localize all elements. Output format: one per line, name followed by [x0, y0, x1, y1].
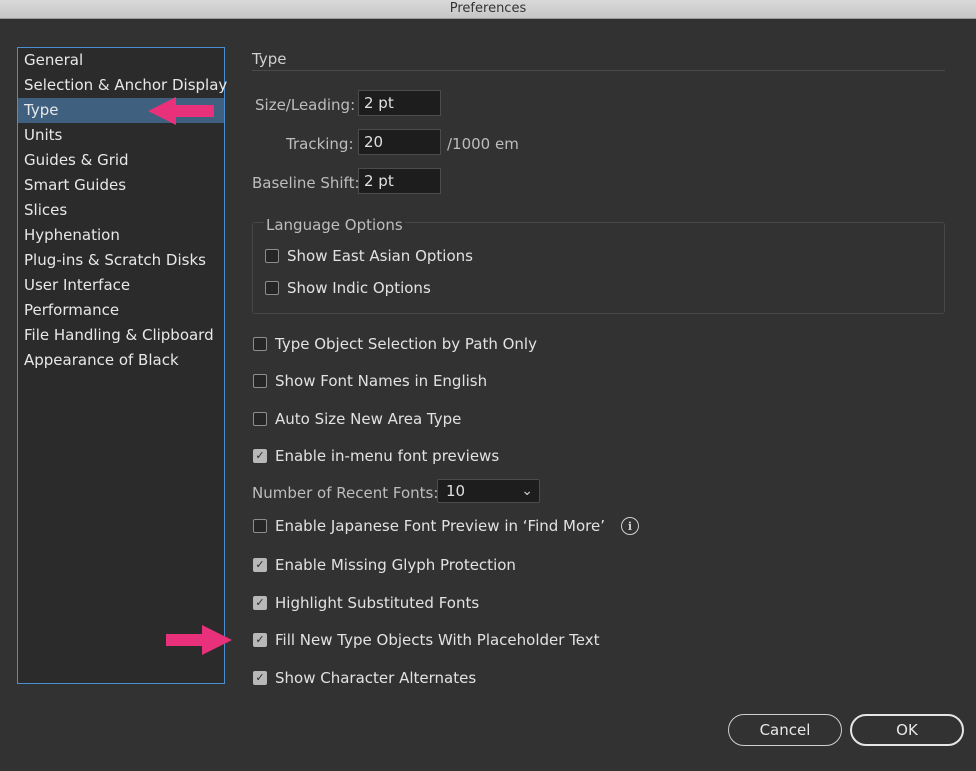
- checkbox-box[interactable]: [253, 412, 267, 426]
- enable-missing-glyph-protection-checkbox[interactable]: ✓ Enable Missing Glyph Protection: [253, 555, 516, 575]
- sidebar-item-performance[interactable]: Performance: [18, 298, 224, 323]
- checkbox-box[interactable]: [265, 281, 279, 295]
- category-list: General Selection & Anchor Display Type …: [17, 47, 227, 684]
- checkmark-icon[interactable]: ✓: [253, 449, 267, 463]
- enable-in-menu-font-previews-checkbox[interactable]: ✓ Enable in-menu font previews: [253, 446, 499, 466]
- checkbox-label: Type Object Selection by Path Only: [275, 335, 537, 353]
- checkmark-icon[interactable]: ✓: [253, 558, 267, 572]
- sidebar-item-appearance-of-black[interactable]: Appearance of Black: [18, 348, 224, 373]
- sidebar-item-file-handling-clipboard[interactable]: File Handling & Clipboard: [18, 323, 224, 348]
- checkbox-label: Highlight Substituted Fonts: [275, 594, 480, 612]
- sidebar-item-hyphenation[interactable]: Hyphenation: [18, 223, 224, 248]
- enable-japanese-font-preview-checkbox[interactable]: Enable Japanese Font Preview in ‘Find Mo…: [253, 516, 639, 536]
- recent-fonts-value: 10: [446, 482, 466, 500]
- checkbox-label: Enable in-menu font previews: [275, 447, 500, 465]
- checkbox-label: Show Indic Options: [287, 279, 431, 297]
- baseline-shift-field[interactable]: [358, 168, 441, 194]
- cancel-button[interactable]: Cancel: [728, 714, 842, 746]
- sidebar-item-user-interface[interactable]: User Interface: [18, 273, 224, 298]
- checkbox-box[interactable]: [253, 337, 267, 351]
- show-indic-options-checkbox[interactable]: Show Indic Options: [265, 278, 431, 298]
- checkmark-icon[interactable]: ✓: [253, 671, 267, 685]
- section-divider: [252, 70, 945, 71]
- size-leading-field[interactable]: [358, 90, 441, 116]
- checkbox-label: Show East Asian Options: [287, 247, 473, 265]
- checkbox-box[interactable]: [253, 519, 267, 533]
- checkbox-label: Enable Missing Glyph Protection: [275, 556, 516, 574]
- checkbox-box[interactable]: [253, 374, 267, 388]
- checkbox-label: Show Font Names in English: [275, 372, 488, 390]
- language-options-group: [252, 222, 945, 314]
- fill-new-type-objects-with-placeholder-text-checkbox[interactable]: ✓ Fill New Type Objects With Placeholder…: [253, 630, 600, 650]
- sidebar-item-plugins-scratch-disks[interactable]: Plug-ins & Scratch Disks: [18, 248, 224, 273]
- baseline-shift-label: Baseline Shift:: [252, 174, 360, 192]
- size-leading-label: Size/Leading:: [255, 96, 356, 114]
- checkbox-label: Auto Size New Area Type: [275, 410, 462, 428]
- language-options-title: Language Options: [264, 215, 405, 235]
- window-title: Preferences: [0, 0, 976, 19]
- highlight-substituted-fonts-checkbox[interactable]: ✓ Highlight Substituted Fonts: [253, 593, 479, 613]
- recent-fonts-label: Number of Recent Fonts:: [252, 484, 439, 502]
- sidebar-item-slices[interactable]: Slices: [18, 198, 224, 223]
- checkbox-box[interactable]: [265, 249, 279, 263]
- recent-fonts-select[interactable]: 10 ⌄: [437, 479, 540, 503]
- chevron-down-icon: ⌄: [521, 483, 533, 499]
- tracking-label: Tracking:: [286, 135, 354, 153]
- checkbox-label: Show Character Alternates: [275, 669, 477, 687]
- type-object-selection-by-path-only-checkbox[interactable]: Type Object Selection by Path Only: [253, 334, 537, 354]
- sidebar-item-general[interactable]: General: [18, 48, 224, 73]
- info-icon[interactable]: i: [621, 517, 639, 535]
- section-title: Type: [252, 50, 287, 68]
- tracking-field[interactable]: [358, 129, 441, 155]
- checkmark-icon[interactable]: ✓: [253, 596, 267, 610]
- annotation-arrow-left-icon: [148, 97, 214, 125]
- ok-button[interactable]: OK: [850, 714, 964, 746]
- show-east-asian-options-checkbox[interactable]: Show East Asian Options: [265, 246, 473, 266]
- show-character-alternates-checkbox[interactable]: ✓ Show Character Alternates: [253, 668, 476, 688]
- sidebar-item-smart-guides[interactable]: Smart Guides: [18, 173, 224, 198]
- show-font-names-in-english-checkbox[interactable]: Show Font Names in English: [253, 371, 487, 391]
- sidebar-item-guides-grid[interactable]: Guides & Grid: [18, 148, 224, 173]
- tracking-unit: /1000 em: [447, 135, 519, 153]
- checkbox-label: Enable Japanese Font Preview in ‘Find Mo…: [275, 517, 605, 535]
- annotation-arrow-right-icon: [166, 625, 232, 655]
- checkmark-icon[interactable]: ✓: [253, 633, 267, 647]
- auto-size-new-area-type-checkbox[interactable]: Auto Size New Area Type: [253, 409, 461, 429]
- checkbox-label: Fill New Type Objects With Placeholder T…: [275, 631, 600, 649]
